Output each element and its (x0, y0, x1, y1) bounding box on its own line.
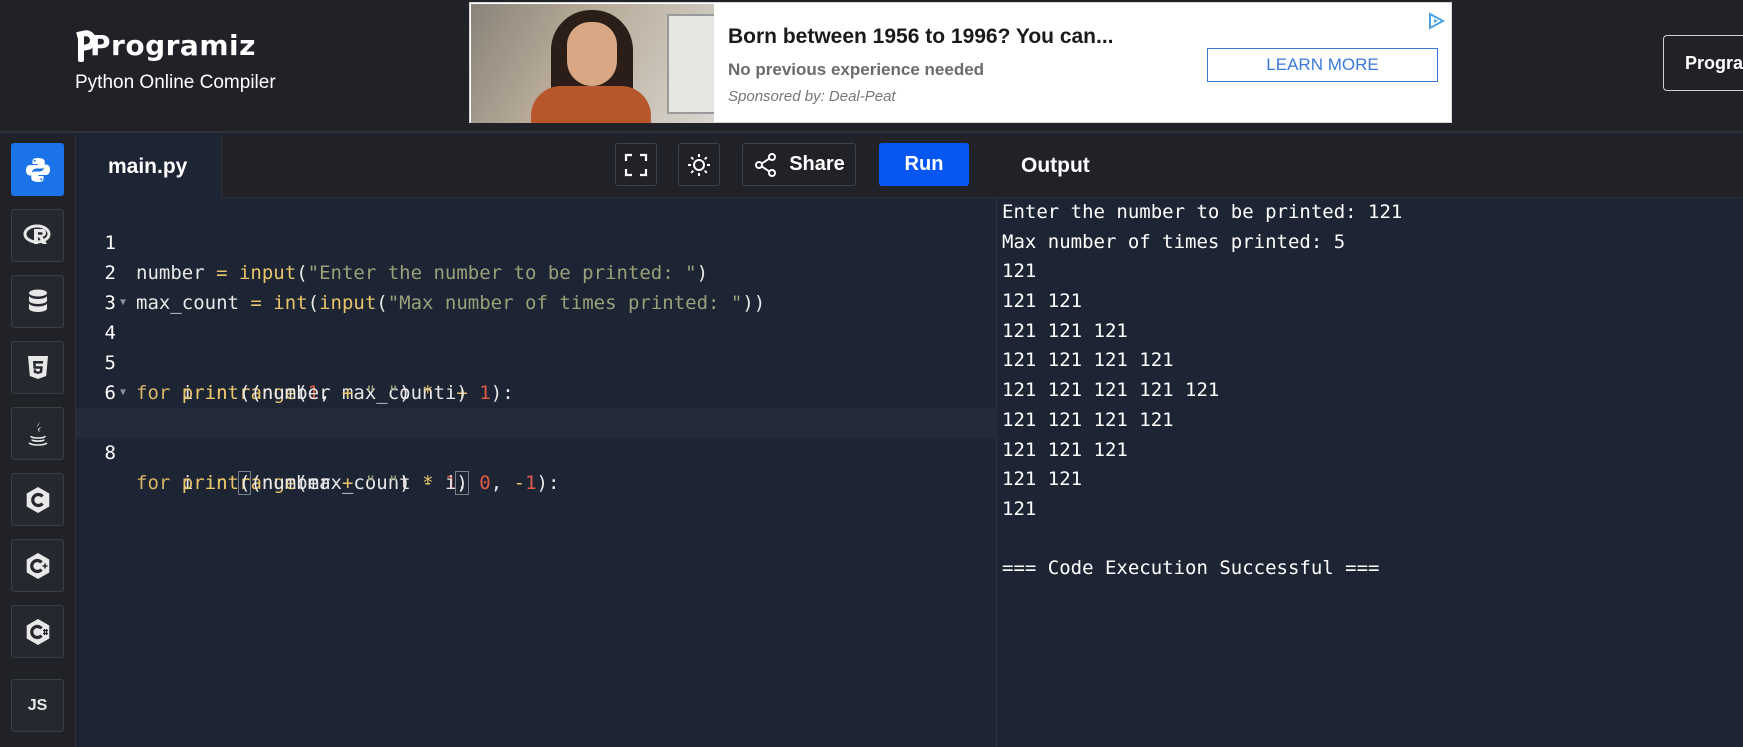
fold-arrow-icon[interactable]: ▼ (120, 288, 126, 318)
js-icon: JS (27, 696, 48, 714)
csharp-icon (26, 618, 49, 645)
sun-icon (688, 153, 710, 176)
java-icon (28, 421, 47, 446)
fold-arrow-icon[interactable]: ▼ (120, 378, 126, 408)
output-line: 121 (1002, 260, 1037, 283)
c-icon (26, 486, 49, 513)
ad-description: No previous experience needed (728, 60, 985, 79)
tab-main-py[interactable]: main.py (76, 135, 222, 198)
share-label: Share (789, 153, 845, 175)
r-icon (23, 224, 50, 244)
code-line[interactable]: 3 (76, 258, 997, 314)
cpp-icon (26, 552, 49, 579)
output-line: Max number of times printed: 5 (1002, 230, 1346, 253)
programiz-logo-icon (76, 28, 98, 62)
adchoices-icon[interactable] (1426, 11, 1446, 31)
brand: Programiz Python Online Compiler (75, 22, 276, 94)
sidebar-item-python[interactable] (11, 143, 64, 196)
code-line-active[interactable]: 8 print((number + " ") * i) (76, 408, 997, 495)
output-line: 121 121 121 121 (1002, 349, 1174, 372)
code-editor[interactable]: 1 number = input("Enter the number to be… (76, 198, 997, 747)
output-console: Enter the number to be printed: 121 Max … (997, 198, 1743, 747)
python-icon (25, 157, 50, 182)
output-line: 121 121 121 (1002, 319, 1128, 342)
theme-toggle-button[interactable] (678, 143, 720, 186)
sidebar-item-cpp[interactable] (11, 539, 64, 592)
output-title: Output (1021, 154, 1090, 177)
programiz-logo[interactable]: Programiz (76, 22, 276, 68)
output-line: Enter the number to be printed: 121 (1002, 201, 1403, 223)
output-line: 121 121 121 121 121 (1002, 379, 1220, 402)
sidebar-item-html[interactable] (11, 341, 64, 394)
ad-learn-more-button[interactable]: LEARN MORE (1207, 48, 1438, 82)
database-icon (28, 289, 47, 312)
language-sidebar: JS (0, 135, 76, 747)
run-button[interactable]: Run (879, 143, 969, 186)
output-line: 121 (1002, 497, 1037, 520)
code-line[interactable]: 6 (76, 348, 997, 404)
page-subtitle: Python Online Compiler (75, 72, 276, 93)
editor-toolbar: main.py Share Run (76, 135, 997, 198)
code-line[interactable]: 1 number = input("Enter the number to be… (76, 198, 997, 284)
sidebar-item-csharp[interactable] (11, 605, 64, 658)
ad-sponsor: Sponsored by: Deal-Peat (728, 88, 896, 105)
line-number: 8 (104, 442, 116, 464)
top-header: Programiz Python Online Compiler Born be… (0, 0, 1743, 133)
code-line[interactable]: 2 max_count = int(input("Max number of t… (76, 228, 997, 314)
sidebar-item-c[interactable] (11, 473, 64, 526)
output-line: 121 121 (1002, 290, 1083, 313)
programiz-pro-button[interactable]: Progra (1663, 35, 1743, 91)
code-line[interactable]: 7 ▼ for i in range(max_count - 1, 0, -1)… (76, 378, 997, 494)
sidebar-item-r[interactable] (11, 209, 64, 262)
output-status: === Code Execution Successful === (1002, 557, 1380, 580)
fullscreen-button[interactable] (615, 143, 657, 186)
advertisement-banner[interactable]: Born between 1956 to 1996? You can... No… (469, 2, 1452, 123)
share-icon (755, 152, 777, 177)
brand-name: Programiz (90, 28, 256, 62)
html5-icon (27, 355, 48, 379)
sidebar-item-java[interactable] (11, 407, 64, 460)
ad-title[interactable]: Born between 1956 to 1996? You can... (728, 25, 1114, 49)
output-header: Output (997, 135, 1743, 198)
sidebar-item-js[interactable]: JS (11, 679, 64, 732)
share-button[interactable]: Share (742, 143, 856, 186)
code-line[interactable]: 4 ▼ for i in range(1, max_count + 1): (76, 288, 997, 404)
sidebar-item-sql[interactable] (11, 275, 64, 328)
output-line: 121 121 121 121 (1002, 408, 1174, 431)
output-line: 121 121 (1002, 468, 1083, 491)
code-line[interactable]: 5 print((number + " ") * i) (76, 318, 997, 404)
output-line: 121 121 121 (1002, 438, 1128, 461)
ad-image[interactable] (471, 4, 714, 123)
fullscreen-icon (624, 153, 648, 176)
